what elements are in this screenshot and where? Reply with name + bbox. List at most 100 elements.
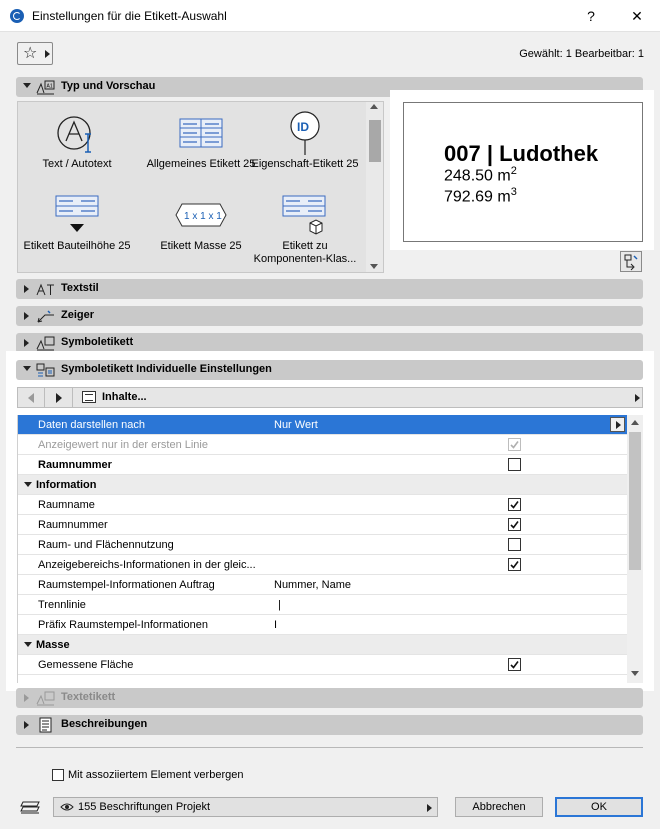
param-row-stamp-prefix[interactable]: Präfix Raumstempel-Informationen I: [18, 615, 627, 635]
scroll-down-icon[interactable]: [631, 671, 639, 676]
chevron-right-icon: [24, 285, 29, 293]
parameter-list: Daten darstellen nach Nur Wert Anzeigewe…: [17, 415, 627, 683]
section-symbol-individual[interactable]: Symboletikett Individuelle Einstellungen: [16, 360, 643, 380]
text-style-icon: [36, 283, 54, 296]
param-row-first-line-only[interactable]: Anzeigewert nur in der ersten Linie: [18, 435, 627, 455]
nav-forward-button[interactable]: [46, 388, 73, 407]
section-label: Zeiger: [61, 309, 95, 321]
section-text-style[interactable]: Textstil: [16, 279, 643, 299]
list-icon: [82, 391, 96, 403]
section-label: Beschreibungen: [61, 718, 148, 730]
chevron-right-icon: [635, 394, 640, 402]
param-row-display-area-info[interactable]: Anzeigebereichs-Informationen in der gle…: [18, 555, 627, 575]
section-label: Symboletikett: [61, 336, 134, 348]
chevron-right-icon: [56, 392, 62, 403]
type-label: Etikett zu Komponenten-Klas...: [253, 240, 357, 265]
type-component-label[interactable]: Etikett zu Komponenten-Klas...: [246, 190, 364, 266]
type-gallery-scroll-thumb[interactable]: [369, 120, 381, 162]
app-icon: [10, 9, 24, 23]
chevron-right-icon: [45, 50, 50, 58]
chevron-down-icon: [24, 482, 32, 487]
section-label: Typ und Vorschau: [61, 80, 156, 92]
description-icon: [39, 717, 52, 733]
type-property-label[interactable]: ID Eigenschaft-Etikett 25: [246, 108, 364, 171]
dimension-label-icon: 1 x 1 x 1: [175, 203, 227, 227]
type-dimension-label[interactable]: 1 x 1 x 1 Etikett Masse 25: [142, 190, 260, 253]
title-bar: Einstellungen für die Etikett-Auswahl ? …: [0, 0, 660, 32]
contents-selector[interactable]: Inhalte...: [76, 388, 642, 407]
close-button[interactable]: ✕: [614, 0, 660, 32]
star-icon: ☆: [23, 45, 38, 62]
ok-button[interactable]: OK: [555, 797, 643, 817]
first-line-only-checkbox[interactable]: [508, 438, 521, 451]
group-masse[interactable]: Masse: [18, 635, 627, 655]
measured-area-checkbox[interactable]: [508, 658, 521, 671]
hide-with-element-label: Mit assoziiertem Element verbergen: [68, 769, 244, 781]
section-label: Textstil: [61, 282, 99, 294]
type-label: Etikett Bauteilhöhe 25: [23, 240, 131, 252]
chevron-left-icon: [28, 392, 34, 403]
general-label-icon: [179, 118, 223, 148]
svg-text:ID: ID: [297, 120, 309, 134]
value-popup-button[interactable]: [610, 417, 625, 432]
symbol-label-icon: [36, 336, 55, 351]
project-layer-selector[interactable]: 155 Beschriftungen Projekt: [53, 797, 438, 817]
scroll-up-icon[interactable]: [631, 420, 639, 425]
chevron-right-icon: [427, 804, 432, 812]
param-row-room-name[interactable]: Raumname: [18, 495, 627, 515]
preview-settings-button[interactable]: [620, 251, 642, 272]
preview-tool-icon: [624, 254, 638, 271]
preview-volume-value: 792.69 m3: [444, 186, 517, 206]
chevron-right-icon: [616, 421, 621, 429]
layers-icon: [20, 801, 40, 814]
preview-area-value: 248.50 m2: [444, 165, 517, 185]
selection-info: Gewählt: 1 Bearbeitbar: 1: [519, 48, 644, 60]
scroll-down-icon[interactable]: [370, 264, 378, 269]
cancel-button[interactable]: Abbrechen: [455, 797, 543, 817]
label-preview: 007 | Ludothek 248.50 m2 792.69 m3: [403, 102, 643, 242]
section-descriptions[interactable]: Beschreibungen: [16, 715, 643, 735]
group-information[interactable]: Information: [18, 475, 627, 495]
room-number-bold-checkbox[interactable]: [508, 458, 521, 471]
favorites-button[interactable]: ☆: [17, 42, 53, 65]
chevron-down-icon: [23, 366, 31, 371]
individual-settings-icon: [36, 363, 55, 377]
svg-text:1 x 1 x 1: 1 x 1 x 1: [184, 211, 222, 222]
chevron-right-icon: [24, 339, 29, 347]
preview-title: 007 | Ludothek: [444, 141, 599, 166]
hide-with-element-checkbox[interactable]: [52, 769, 64, 781]
section-text-label[interactable]: Textetikett: [16, 688, 643, 708]
text-label-icon: [36, 691, 55, 706]
pointer-icon: [37, 310, 54, 323]
parameter-list-scroll-thumb[interactable]: [629, 432, 641, 570]
param-row-room-number[interactable]: Raumnummer: [18, 515, 627, 535]
type-element-height-label[interactable]: Etikett Bauteilhöhe 25: [18, 190, 136, 253]
component-label-icon: [282, 195, 326, 235]
chevron-right-icon: [24, 721, 29, 729]
nav-back-button[interactable]: [18, 388, 45, 407]
param-row-measured-area[interactable]: Gemessene Fläche: [18, 655, 627, 675]
param-row-room-usage[interactable]: Raum- und Flächennutzung: [18, 535, 627, 555]
room-name-checkbox[interactable]: [508, 498, 521, 511]
scroll-up-icon[interactable]: [370, 104, 378, 109]
param-row-separator[interactable]: Trennlinie |: [18, 595, 627, 615]
label-type-gallery: Text / Autotext Allgemeines Etikett 25 I…: [17, 101, 384, 273]
help-button[interactable]: ?: [568, 0, 614, 32]
room-usage-checkbox[interactable]: [508, 538, 521, 551]
section-pointer[interactable]: Zeiger: [16, 306, 643, 326]
param-row-display-data[interactable]: Daten darstellen nach Nur Wert: [18, 415, 627, 435]
type-label: Eigenschaft-Etikett 25: [251, 158, 359, 170]
type-text-autotext[interactable]: Text / Autotext: [18, 108, 136, 171]
section-symbol-label[interactable]: Symboletikett: [16, 333, 643, 353]
footer-divider: [16, 747, 643, 748]
param-row-room-number-bold[interactable]: Raumnummer: [18, 455, 627, 475]
element-height-label-icon: [55, 195, 99, 232]
display-area-info-checkbox[interactable]: [508, 558, 521, 571]
type-general-label[interactable]: Allgemeines Etikett 25: [142, 108, 260, 171]
section-label: Symboletikett Individuelle Einstellungen: [61, 363, 272, 375]
contents-label: Inhalte...: [102, 391, 147, 403]
type-label: Allgemeines Etikett 25: [146, 158, 256, 170]
room-number-checkbox[interactable]: [508, 518, 521, 531]
svg-text:A1: A1: [47, 84, 53, 90]
param-row-stamp-order[interactable]: Raumstempel-Informationen Auftrag Nummer…: [18, 575, 627, 595]
